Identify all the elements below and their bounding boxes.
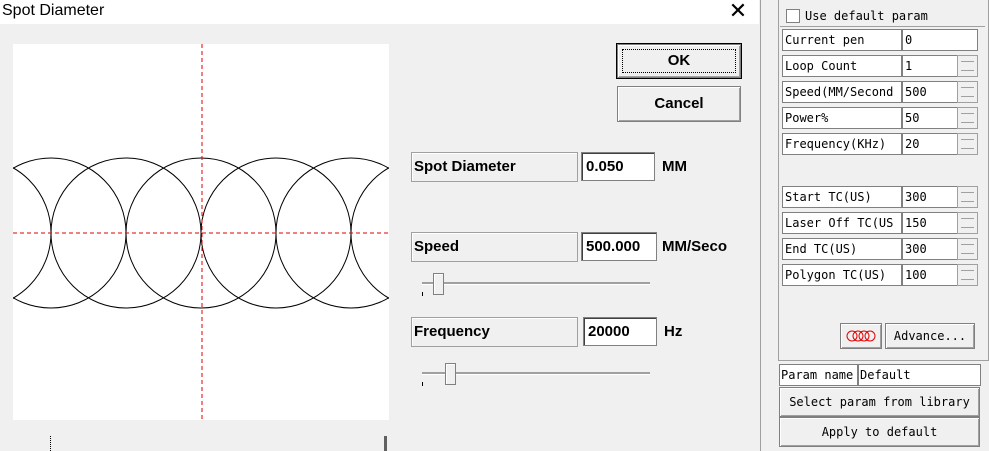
advance-button[interactable]: Advance...: [885, 323, 975, 349]
loop-count-spinner[interactable]: [957, 55, 978, 77]
param-row: End TC(US) 300: [782, 238, 978, 260]
close-icon[interactable]: ✕: [726, 0, 750, 24]
speed-slider-track: [422, 282, 650, 285]
spot-diameter-unit: MM: [662, 158, 687, 175]
loop-count-input[interactable]: 1: [902, 55, 958, 77]
param-name-label: Param name: [779, 364, 858, 386]
spot-diameter-dialog: Spot Diameter ✕ OK Cancel Spot Diameter …: [0, 0, 761, 451]
spot-preview-canvas: [13, 44, 389, 420]
param-row: Power% 50: [782, 107, 978, 129]
param-panel: Use default param Current pen 0 Loop Cou…: [778, 0, 989, 451]
use-default-param-checkbox[interactable]: Use default param: [786, 8, 976, 24]
polygon-tc-input[interactable]: 100: [902, 264, 958, 286]
param-label: Power%: [782, 107, 902, 129]
param-row: Loop Count 1: [782, 55, 978, 77]
ok-label: OK: [667, 52, 691, 69]
speed-param-input[interactable]: 500: [902, 81, 958, 103]
laser-off-tc-spinner[interactable]: [957, 212, 978, 234]
param-row: Laser Off TC(US 150: [782, 212, 978, 234]
background-dotted-line: [50, 436, 51, 451]
frequency-input[interactable]: 20000: [583, 317, 657, 346]
param-label: Polygon TC(US): [782, 264, 902, 286]
power-spinner[interactable]: [957, 107, 978, 129]
param-label: Current pen: [782, 29, 902, 51]
dialog-title: Spot Diameter: [2, 2, 105, 19]
param-label: Start TC(US): [782, 186, 902, 208]
frequency-param-spinner[interactable]: [957, 133, 978, 155]
param-row: Polygon TC(US) 100: [782, 264, 978, 286]
start-tc-input[interactable]: 300: [902, 186, 958, 208]
background-window-fragment: [0, 420, 760, 451]
spot-diameter-input[interactable]: 0.050: [581, 152, 655, 181]
spot-overlap-diagram: [13, 44, 389, 420]
pen-color-button[interactable]: [840, 323, 882, 349]
speed-slider-thumb[interactable]: [433, 273, 444, 295]
title-bar: Spot Diameter ✕: [0, 0, 759, 24]
apply-to-default-button[interactable]: Apply to default: [779, 417, 980, 447]
param-label: Frequency(KHz): [782, 133, 902, 155]
frequency-param-input[interactable]: 20: [902, 133, 958, 155]
speed-label: Speed: [411, 232, 578, 262]
param-name-value: Default: [858, 364, 981, 386]
power-input[interactable]: 50: [902, 107, 958, 129]
speed-slider-tick: [422, 292, 423, 296]
param-label: Loop Count: [782, 55, 902, 77]
use-default-divider: [780, 26, 985, 27]
current-pen-value: 0: [902, 29, 978, 51]
speed-input[interactable]: 500.000: [581, 232, 657, 261]
param-label: Speed(MM/Second: [782, 81, 902, 103]
start-tc-spinner[interactable]: [957, 186, 978, 208]
background-divider: [384, 436, 387, 451]
frequency-slider-track: [422, 372, 650, 375]
end-tc-input[interactable]: 300: [902, 238, 958, 260]
frequency-slider-tick: [422, 382, 423, 386]
param-row: Start TC(US) 300: [782, 186, 978, 208]
end-tc-spinner[interactable]: [957, 238, 978, 260]
frequency-unit: Hz: [664, 323, 683, 340]
speed-param-spinner[interactable]: [957, 81, 978, 103]
frequency-slider-thumb[interactable]: [445, 363, 456, 385]
param-row: Frequency(KHz) 20: [782, 133, 978, 155]
checkbox-box: [786, 9, 800, 23]
spot-pattern-icon: [846, 330, 876, 342]
ok-button[interactable]: OK: [616, 43, 742, 79]
frequency-label: Frequency: [411, 317, 578, 347]
spot-diameter-label: Spot Diameter: [411, 152, 578, 182]
param-row: Speed(MM/Second 500: [782, 81, 978, 103]
param-row: Current pen 0: [782, 29, 978, 51]
cancel-button[interactable]: Cancel: [617, 86, 741, 122]
param-label: End TC(US): [782, 238, 902, 260]
speed-unit: MM/Seco: [662, 238, 728, 255]
polygon-tc-spinner[interactable]: [957, 264, 978, 286]
select-param-library-button[interactable]: Select param from library: [779, 387, 980, 417]
frequency-slider[interactable]: [420, 362, 652, 386]
panel-separator: [761, 0, 778, 451]
use-default-param-label: Use default param: [805, 9, 928, 23]
param-label: Laser Off TC(US: [782, 212, 902, 234]
laser-off-tc-input[interactable]: 150: [902, 212, 958, 234]
speed-slider[interactable]: [420, 272, 652, 296]
